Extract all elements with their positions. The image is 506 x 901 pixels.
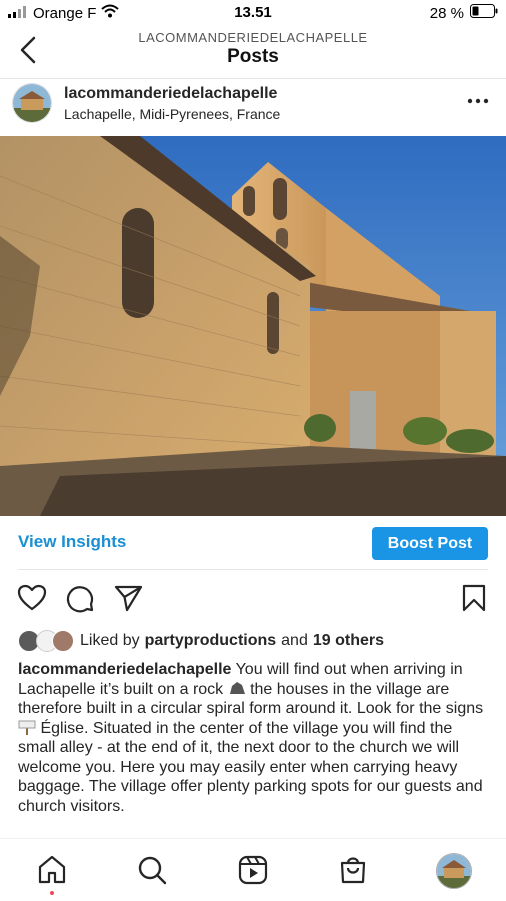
signpost-icon — [18, 720, 40, 737]
insights-divider — [18, 569, 488, 570]
share-button[interactable] — [112, 582, 144, 614]
battery-percent: 28 % — [429, 4, 464, 22]
battery-icon — [470, 4, 498, 22]
rock-icon — [228, 681, 250, 698]
reels-icon — [238, 855, 268, 885]
post-header: lacommanderiedelachapelle Lachapelle, Mi… — [0, 79, 506, 135]
post-actions — [0, 582, 506, 618]
church-photo — [0, 136, 506, 516]
shop-icon — [340, 857, 366, 884]
liked-prefix: Liked by — [80, 632, 140, 649]
caption-username[interactable]: lacommanderiedelachapelle — [18, 661, 231, 678]
post-photo[interactable] — [0, 136, 506, 516]
account-name: LACOMMANDERIEDELACHAPELLE — [138, 30, 368, 45]
nav-reels[interactable] — [236, 853, 270, 887]
post-username[interactable]: lacommanderiedelachapelle — [64, 85, 277, 103]
liked-joiner: and — [281, 632, 308, 649]
bottom-nav — [0, 838, 506, 901]
home-icon — [38, 855, 66, 884]
boost-post-button[interactable]: Boost Post — [372, 527, 488, 560]
post-caption: lacommanderiedelachapelle You will find … — [18, 660, 490, 816]
status-bar: Orange F 13.51 28 % — [0, 0, 506, 26]
liker-username[interactable]: partyproductions — [145, 632, 277, 650]
comment-button[interactable] — [64, 582, 96, 614]
nav-profile[interactable] — [436, 853, 472, 889]
nav-shop[interactable] — [336, 853, 370, 887]
page-title: Posts — [227, 46, 279, 67]
save-button[interactable] — [458, 582, 490, 614]
bookmark-icon — [462, 584, 486, 612]
more-options-button[interactable] — [466, 93, 490, 109]
search-icon — [138, 856, 167, 885]
heart-icon — [17, 584, 47, 611]
profile-avatar — [437, 854, 471, 888]
nav-search[interactable] — [135, 853, 169, 887]
caption-text-3: Église. Situated in the center of the vi… — [18, 719, 483, 815]
liked-others[interactable]: 19 others — [313, 632, 384, 650]
more-icon — [467, 98, 489, 104]
insights-row: View Insights Boost Post — [0, 518, 506, 568]
home-notification-dot — [50, 891, 54, 895]
post-avatar[interactable] — [12, 83, 52, 123]
share-icon — [114, 585, 143, 612]
liker-avatar — [52, 630, 74, 652]
nav-home[interactable] — [35, 853, 69, 887]
post-location[interactable]: Lachapelle, Midi-Pyrenees, France — [64, 106, 280, 122]
view-insights-link[interactable]: View Insights — [18, 532, 126, 552]
liked-by[interactable]: Liked by partyproductions and 19 others — [18, 630, 384, 652]
liker-avatars — [18, 630, 74, 652]
comment-icon — [66, 586, 94, 613]
like-button[interactable] — [16, 582, 48, 614]
page-header: LACOMMANDERIEDELACHAPELLE Posts — [0, 26, 506, 76]
